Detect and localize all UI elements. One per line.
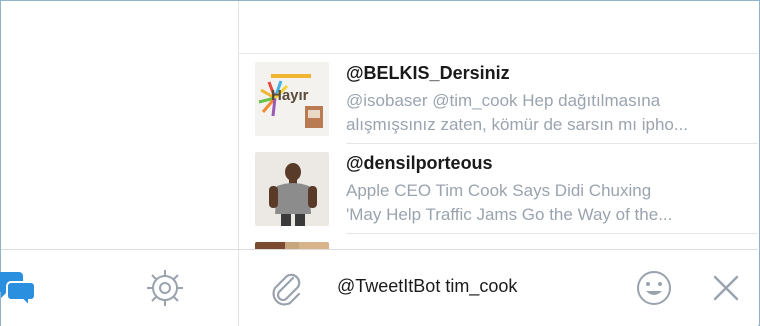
toolbar-divider: [238, 250, 239, 326]
avatar: [255, 152, 329, 226]
result-username: @BELKIS_Dersiniz: [346, 63, 510, 83]
gear-icon[interactable]: [145, 268, 185, 313]
results-list: Hayır @BELKIS_Dersiniz @isobaser @tim_co…: [239, 1, 758, 249]
list-item[interactable]: [239, 234, 758, 249]
thumb-logo-text: Hayır: [271, 87, 309, 104]
close-icon[interactable]: [710, 272, 742, 309]
bottom-toolbar: @TweetItBot tim_cook: [0, 249, 758, 326]
avatar: Hayır: [255, 62, 329, 136]
result-username: @densilporteous: [346, 153, 493, 173]
chat-bubbles-icon[interactable]: [0, 268, 39, 313]
list-item[interactable]: @densilporteous Apple CEO Tim Cook Says …: [239, 144, 758, 234]
avatar: [255, 242, 329, 249]
result-text-line: @isobaser @tim_cook Hep dağıtılmasına: [346, 91, 661, 110]
compose-input[interactable]: @TweetItBot tim_cook: [337, 276, 517, 297]
sidebar-pane: [1, 1, 238, 249]
paperclip-icon[interactable]: [269, 268, 303, 313]
result-text-line: alışmışsınız zaten, kömür de sarsın mı i…: [346, 115, 689, 134]
emoji-icon[interactable]: [635, 269, 673, 312]
result-text-line: 'May Help Traffic Jams Go the Way of the…: [346, 205, 673, 224]
list-item[interactable]: Hayır @BELKIS_Dersiniz @isobaser @tim_co…: [239, 54, 758, 144]
result-text-line: Apple CEO Tim Cook Says Didi Chuxing: [346, 181, 652, 200]
